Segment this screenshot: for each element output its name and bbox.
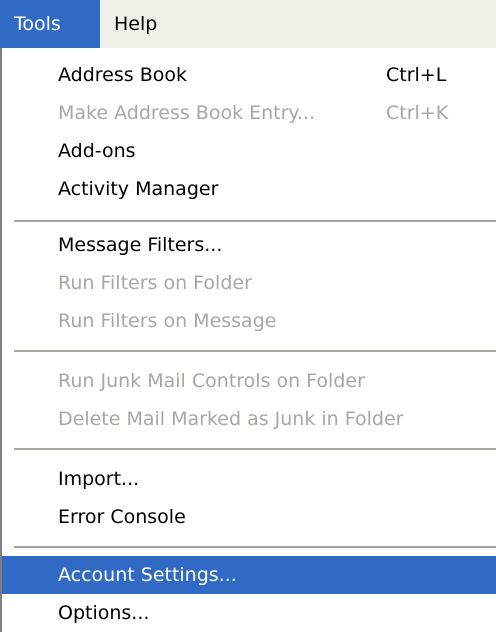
menu-item-address-book[interactable]: Address Book Ctrl+L (2, 56, 496, 94)
menu-item-import[interactable]: Import... (2, 460, 496, 498)
menu-item-label: Address Book (58, 64, 187, 86)
menu-item-account-settings[interactable]: Account Settings... (2, 556, 496, 594)
menu-separator (14, 350, 496, 352)
menu-item-label: Add-ons (58, 140, 136, 162)
menu-item-label: Activity Manager (58, 178, 219, 200)
menu-tools-label: Tools (14, 13, 61, 35)
menu-item-label: Message Filters... (58, 234, 223, 256)
menu-item-label: Run Junk Mail Controls on Folder (58, 370, 365, 392)
menu-item-make-address-book-entry[interactable]: Make Address Book Entry... Ctrl+K (2, 94, 496, 132)
menu-separator (14, 220, 496, 222)
menu-item-run-filters-on-folder[interactable]: Run Filters on Folder (2, 264, 496, 302)
menu-item-label: Import... (58, 468, 140, 490)
menu-item-label: Delete Mail Marked as Junk in Folder (58, 408, 404, 430)
menu-item-add-ons[interactable]: Add-ons (2, 132, 496, 170)
menu-help-label: Help (114, 13, 158, 35)
menu-item-options[interactable]: Options... (2, 594, 496, 632)
menu-help[interactable]: Help (100, 0, 172, 48)
menu-item-shortcut: Ctrl+L (386, 64, 447, 86)
menu-bar: Tools Help (0, 0, 496, 48)
menu-item-delete-junk-mail[interactable]: Delete Mail Marked as Junk in Folder (2, 400, 496, 438)
tools-dropdown-menu: Address Book Ctrl+L Make Address Book En… (0, 48, 496, 632)
menu-tools[interactable]: Tools (0, 0, 100, 48)
menu-separator (14, 546, 496, 548)
menu-item-run-junk-mail-controls[interactable]: Run Junk Mail Controls on Folder (2, 362, 496, 400)
menu-item-label: Options... (58, 602, 150, 624)
mail-app-screen: Tools Help Address Book Ctrl+L Make Addr… (0, 0, 496, 632)
menu-item-error-console[interactable]: Error Console (2, 498, 496, 536)
menu-item-label: Make Address Book Entry... (58, 102, 316, 124)
menu-item-activity-manager[interactable]: Activity Manager (2, 170, 496, 208)
menu-item-shortcut: Ctrl+K (386, 102, 449, 124)
menu-item-run-filters-on-message[interactable]: Run Filters on Message (2, 302, 496, 340)
menu-item-label: Account Settings... (58, 564, 237, 586)
menu-item-label: Run Filters on Message (58, 310, 277, 332)
menu-item-label: Error Console (58, 506, 186, 528)
menu-item-label: Run Filters on Folder (58, 272, 252, 294)
menu-item-message-filters[interactable]: Message Filters... (2, 226, 496, 264)
menu-separator (14, 448, 496, 450)
